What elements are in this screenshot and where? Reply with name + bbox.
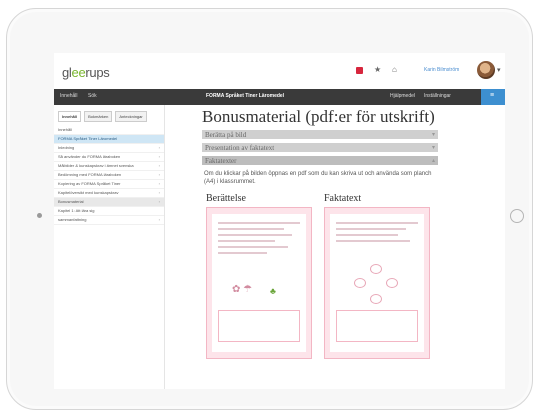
toc-item-label: Målbilder & kunskapskrav i ämnet svenska xyxy=(58,163,134,168)
user-name[interactable]: Karin Bilmström xyxy=(424,67,459,73)
logo-suffix: rups xyxy=(85,65,110,80)
toc-item[interactable]: FORMA Språket Tiner Läromedel xyxy=(54,135,164,144)
logo-prefix: gl xyxy=(62,65,72,80)
toc-item[interactable]: Bonusmaterial › xyxy=(54,198,164,207)
chevron-right-icon: › xyxy=(158,172,160,177)
chevron-right-icon: › xyxy=(158,190,160,195)
screen: gleerups ★ ⌂ Karin Bilmström ▾ Innehåll … xyxy=(54,53,505,389)
toc-item-label: Kapitel 1: Att lära sig xyxy=(58,208,95,213)
toc-item-label: sammanfattning xyxy=(58,217,87,222)
pdf-thumbnail[interactable]: ✿ ☂ ♣ xyxy=(206,207,312,359)
chevron-right-icon: › xyxy=(158,145,160,150)
accordion-item[interactable]: Faktatexter ▴ xyxy=(202,156,438,165)
nav-item-search[interactable]: Sök xyxy=(88,93,97,99)
toc-item[interactable]: Innehåll xyxy=(54,126,164,135)
toc-item-label: Bedömning med FORMA läraboken xyxy=(58,172,122,177)
thumbnail-row: Berättelse ✿ ☂ ♣ Faktatext xyxy=(202,193,438,359)
accordion-item[interactable]: Presentation av faktatext ▾ xyxy=(202,143,438,152)
accordion-label: Presentation av faktatext xyxy=(205,144,275,152)
nav-item-settings[interactable]: Inställningar xyxy=(424,93,451,99)
main-content: Bonusmaterial (pdf:er för utskrift) Berä… xyxy=(202,107,438,389)
accordion-item[interactable]: Berätta på bild ▾ xyxy=(202,130,438,139)
chevron-down-icon[interactable]: ▾ xyxy=(497,66,501,74)
chevron-right-icon: › xyxy=(158,163,160,168)
pdf-thumbnail[interactable] xyxy=(324,207,430,359)
toc-item-label: Så använder du FORMA läraboken xyxy=(58,154,121,159)
mindmap-node xyxy=(386,278,398,288)
toc-item-label: Kopiering av FORMA Språket Tiner xyxy=(58,181,121,186)
toc-item[interactable]: Inledning › xyxy=(54,144,164,153)
star-icon[interactable]: ★ xyxy=(374,65,381,74)
chevron-down-icon: ▾ xyxy=(431,145,435,151)
chevron-right-icon: › xyxy=(158,154,160,159)
text-lines xyxy=(336,222,418,246)
toc-item-label: Innehåll xyxy=(58,127,73,132)
accordion-label: Berätta på bild xyxy=(205,131,247,139)
chevron-right-icon: › xyxy=(158,199,160,204)
camera-icon xyxy=(37,213,42,218)
logo-accent: ee xyxy=(71,65,86,80)
toc-item[interactable]: Kapitelöversikt med kunskapskrav › xyxy=(54,189,164,198)
text-box xyxy=(336,310,418,342)
page-inner xyxy=(330,214,424,352)
avatar[interactable] xyxy=(477,61,495,79)
toc-item[interactable]: Målbilder & kunskapskrav i ämnet svenska… xyxy=(54,162,164,171)
toc-item[interactable]: Så använder du FORMA läraboken › xyxy=(54,153,164,162)
top-bar: gleerups ★ ⌂ Karin Bilmström ▾ xyxy=(54,53,505,89)
toc-item[interactable]: Kopiering av FORMA Språket Tiner › xyxy=(54,180,164,189)
toc-item-label: Inledning xyxy=(58,145,75,150)
illustration: ✿ ☂ xyxy=(232,284,253,295)
page-title: Bonusmaterial (pdf:er för utskrift) xyxy=(202,107,435,126)
text-box xyxy=(218,310,300,342)
sidebar: Innehåll Bokmärken Anteckningar Innehåll… xyxy=(54,105,165,389)
book-title: FORMA Språket Tiner Läromedel xyxy=(206,93,285,99)
logo[interactable]: gleerups xyxy=(62,65,110,80)
toc-item-label: FORMA Språket Tiner Läromedel xyxy=(58,136,118,141)
toc-item[interactable]: sammanfattning › xyxy=(54,216,164,225)
instruction-text: Om du klickar på bilden öppnas en pdf so… xyxy=(204,171,432,185)
chevron-right-icon: › xyxy=(158,181,160,186)
tab-contents[interactable]: Innehåll xyxy=(58,111,82,122)
text-lines xyxy=(218,222,300,258)
mindmap-node xyxy=(370,294,382,304)
thumbnail-card[interactable]: Berättelse ✿ ☂ ♣ xyxy=(206,193,312,359)
thumbnail-title: Berättelse xyxy=(206,193,246,204)
chevron-down-icon: ▾ xyxy=(431,132,435,138)
tablet-frame: gleerups ★ ⌂ Karin Bilmström ▾ Innehåll … xyxy=(6,8,533,410)
accordion-label: Faktatexter xyxy=(205,157,237,165)
nav-bar: Innehåll Sök FORMA Språket Tiner Läromed… xyxy=(54,89,505,105)
toc-item[interactable]: Bedömning med FORMA läraboken › xyxy=(54,171,164,180)
tab-bookmarks[interactable]: Bokmärken xyxy=(84,111,113,122)
menu-icon: ≡ xyxy=(490,92,495,99)
nav-item-tools[interactable]: Hjälpmedel xyxy=(390,93,415,99)
toc-item[interactable]: Kapitel 1: Att lära sig xyxy=(54,207,164,216)
tab-notes[interactable]: Anteckningar xyxy=(115,111,147,122)
page-inner: ✿ ☂ ♣ xyxy=(212,214,306,352)
toc-item-label: Bonusmaterial xyxy=(58,199,84,204)
thumbnail-card[interactable]: Faktatext xyxy=(324,193,430,359)
toc-list: Innehåll FORMA Språket Tiner Läromedel I… xyxy=(54,126,164,225)
chevron-right-icon: › xyxy=(158,217,160,222)
thumbnail-title: Faktatext xyxy=(324,193,362,204)
nav-item-contents[interactable]: Innehåll xyxy=(60,93,78,99)
chevron-up-icon: ▴ xyxy=(431,158,435,164)
sidebar-tabs: Innehåll Bokmärken Anteckningar xyxy=(54,105,164,122)
mindmap-node xyxy=(354,278,366,288)
notification-icon[interactable] xyxy=(356,67,363,74)
menu-button[interactable]: ≡ xyxy=(481,89,505,105)
home-icon[interactable]: ⌂ xyxy=(392,65,399,74)
illustration: ♣ xyxy=(270,286,276,296)
toc-item-label: Kapitelöversikt med kunskapskrav xyxy=(58,190,119,195)
home-button[interactable] xyxy=(510,209,524,223)
mindmap-node xyxy=(370,264,382,274)
